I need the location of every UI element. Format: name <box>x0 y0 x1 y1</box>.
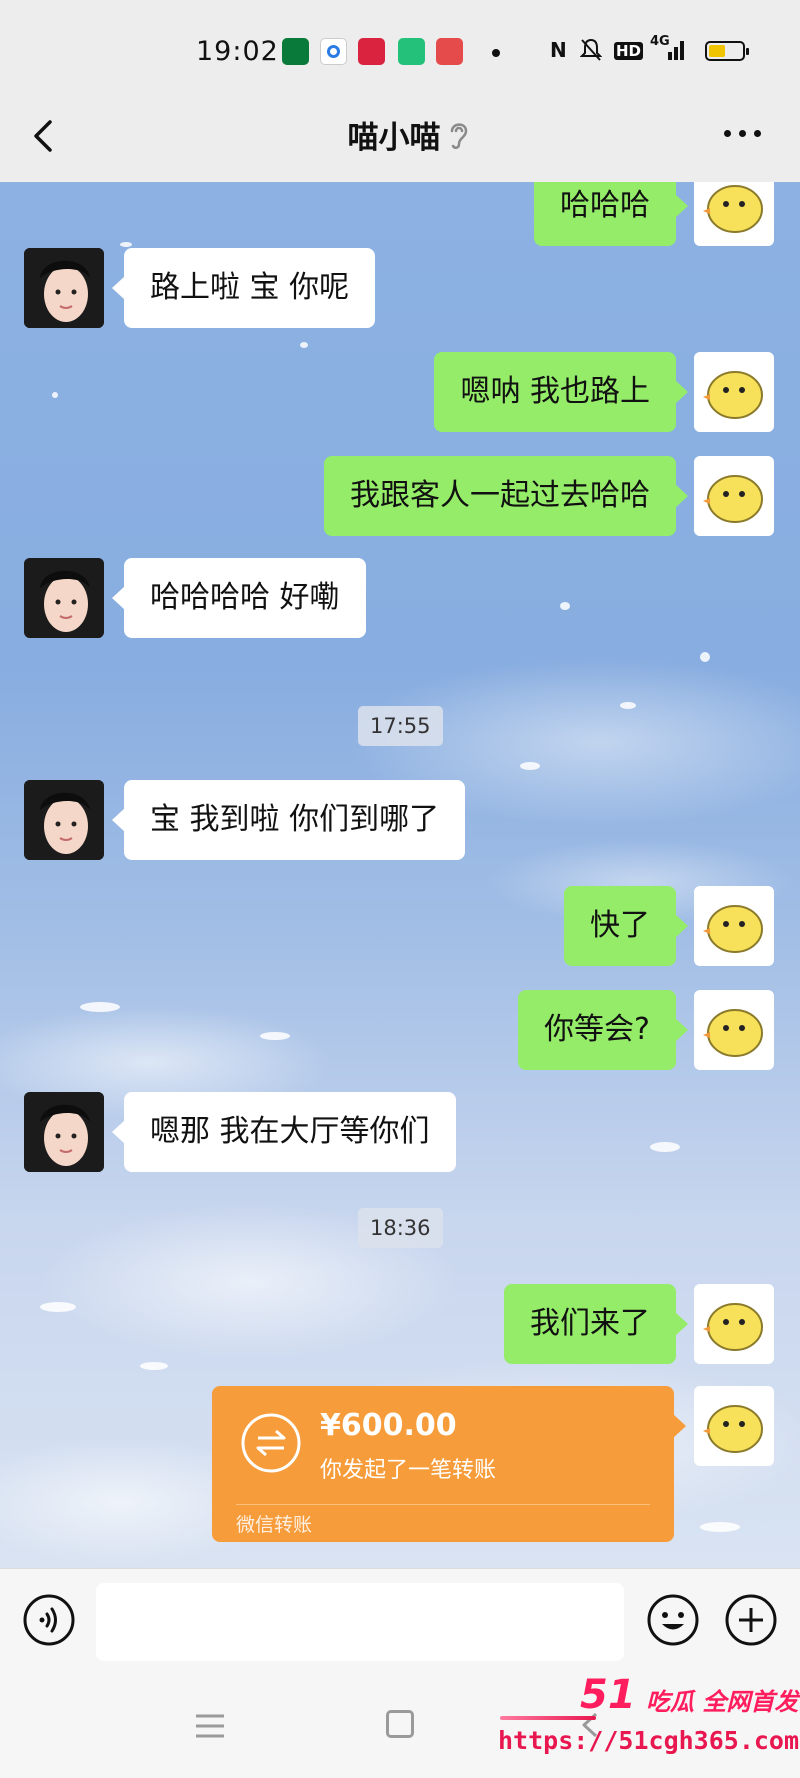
background-sparkle <box>650 1142 680 1152</box>
heart-app-icon <box>436 38 463 65</box>
chick-avatar-icon <box>703 475 763 523</box>
message-bubble-sent[interactable]: 我们来了 <box>504 1284 688 1364</box>
chick-avatar-icon <box>703 185 763 233</box>
my-avatar[interactable] <box>694 456 774 536</box>
oppo-app-icon <box>282 38 309 65</box>
message-timestamp: 17:55 <box>358 706 443 746</box>
contact-avatar[interactable] <box>24 1092 104 1172</box>
background-sparkle <box>40 1302 76 1312</box>
recent-apps-icon[interactable] <box>194 1712 226 1740</box>
emoji-icon[interactable] <box>646 1593 700 1647</box>
background-sparkle <box>120 242 132 247</box>
background-sparkle <box>260 1032 290 1040</box>
background-sparkle <box>700 652 710 662</box>
girl-avatar-icon <box>24 558 104 638</box>
message-bubble-received[interactable]: 路上啦 宝 你呢 <box>111 248 376 328</box>
more-dots-icon[interactable] <box>722 130 764 140</box>
chick-avatar-icon <box>703 1009 763 1057</box>
girl-avatar-icon <box>24 1092 104 1172</box>
message-bubble-sent[interactable]: 我跟客人一起过去哈哈 <box>324 456 688 536</box>
my-avatar[interactable] <box>694 352 774 432</box>
home-square-icon[interactable] <box>386 1710 414 1738</box>
message-bubble-sent[interactable]: 快了 <box>564 886 688 966</box>
background-sparkle <box>620 702 636 709</box>
watermark-text: 吃瓜 全网首发 <box>646 1688 799 1716</box>
my-avatar[interactable] <box>694 1386 774 1466</box>
message-bubble-sent[interactable]: 你等会? <box>518 990 688 1070</box>
message-bubble-received[interactable]: 宝 我到啦 你们到哪了 <box>111 780 466 860</box>
message-input[interactable] <box>96 1583 624 1661</box>
girl-avatar-icon <box>24 780 104 860</box>
status-time: 19:02 <box>196 36 279 67</box>
transfer-card[interactable]: ¥600.00 你发起了一笔转账 微信转账 <box>212 1386 686 1542</box>
chat-header: 喵小喵 <box>0 90 800 182</box>
my-avatar[interactable] <box>694 182 774 246</box>
background-sparkle <box>700 1522 740 1532</box>
circle-app-icon <box>320 38 347 65</box>
transfer-description: 你发起了一笔转账 <box>320 1458 497 1483</box>
background-sparkle <box>80 1002 120 1012</box>
message-bubble-sent[interactable]: 哈哈哈 <box>534 182 688 246</box>
store-app-icon <box>398 38 425 65</box>
plus-icon[interactable] <box>724 1593 778 1647</box>
chat-area[interactable]: 哈哈哈 路上啦 宝 你呢 嗯呐 我也路上 我跟客人一起过去哈哈 哈哈哈哈 好嘞 … <box>0 182 800 1568</box>
my-avatar[interactable] <box>694 990 774 1070</box>
watermark-logo: 51 吃瓜 全网首发 <box>574 1672 800 1726</box>
chick-avatar-icon <box>703 371 763 419</box>
nfc-icon: N <box>550 38 567 62</box>
mute-bell-icon <box>579 38 603 67</box>
message-bubble-received[interactable]: 嗯那 我在大厅等你们 <box>112 1092 456 1172</box>
message-bubble-received[interactable]: 哈哈哈哈 好嘞 <box>112 558 366 638</box>
chick-avatar-icon <box>703 905 763 953</box>
my-avatar[interactable] <box>694 886 774 966</box>
transfer-amount: ¥600.00 <box>320 1408 457 1443</box>
shopping-app-icon <box>358 38 385 65</box>
background-sparkle <box>140 1362 168 1370</box>
transfer-source-label: 微信转账 <box>236 1514 313 1536</box>
contact-avatar[interactable] <box>24 558 104 638</box>
contact-avatar[interactable] <box>24 248 104 328</box>
notification-dot-icon <box>492 49 500 57</box>
my-avatar[interactable] <box>694 1284 774 1364</box>
background-sparkle <box>300 342 308 348</box>
message-bubble-sent[interactable]: 嗯呐 我也路上 <box>434 352 688 432</box>
message-timestamp: 18:36 <box>358 1208 443 1248</box>
status-bar: 19:02 N HD 4G <box>0 0 800 90</box>
transfer-divider <box>236 1504 650 1505</box>
battery-icon <box>705 41 749 61</box>
contact-avatar[interactable] <box>24 780 104 860</box>
hd-icon: HD <box>614 42 644 60</box>
transfer-arrows-icon <box>240 1412 302 1474</box>
background-sparkle <box>560 602 570 610</box>
ear-icon <box>446 118 472 152</box>
chat-title: 喵小喵 <box>347 120 441 156</box>
background-sparkle <box>52 392 58 398</box>
chick-avatar-icon <box>703 1405 763 1453</box>
background-sparkle <box>520 762 540 770</box>
voice-icon[interactable] <box>22 1593 76 1647</box>
watermark-number: 51 <box>580 1672 636 1718</box>
chick-avatar-icon <box>703 1303 763 1351</box>
input-bar <box>0 1568 800 1672</box>
watermark-url: https://51cgh365.com <box>498 1726 800 1755</box>
watermark-underline <box>500 1716 596 1720</box>
girl-avatar-icon <box>24 248 104 328</box>
